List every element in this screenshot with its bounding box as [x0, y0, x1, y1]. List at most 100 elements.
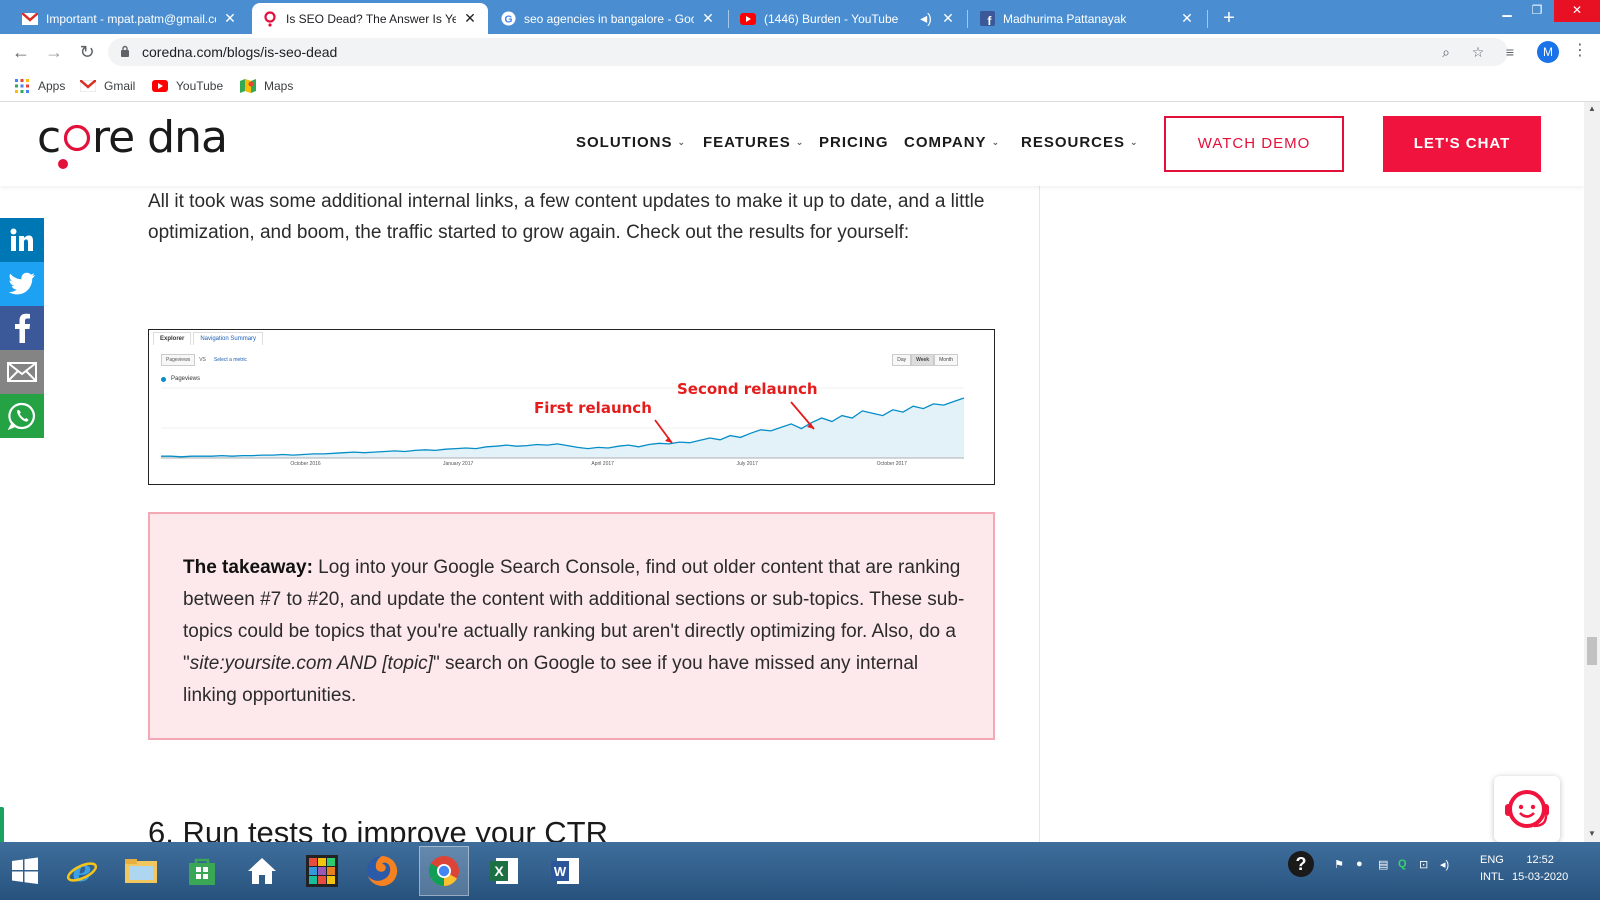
chrome-icon[interactable] — [419, 846, 469, 896]
youtube-icon — [740, 11, 756, 27]
svg-text:e: e — [72, 854, 91, 888]
network-icon[interactable]: ⊡ — [1419, 858, 1428, 871]
close-icon[interactable]: ✕ — [940, 10, 956, 27]
profile-avatar[interactable]: M — [1537, 41, 1559, 63]
quick-heal-icon[interactable]: Q — [1398, 858, 1407, 870]
linkedin-share-button[interactable] — [0, 218, 44, 262]
twitter-share-button[interactable] — [0, 262, 44, 306]
watch-demo-button[interactable]: WATCH DEMO — [1164, 116, 1344, 172]
chat-widget-button[interactable] — [1494, 776, 1560, 842]
close-icon[interactable]: ✕ — [462, 10, 478, 27]
browser-toolbar: ← → ↻ coredna.com/blogs/is-seo-dead ⌕ ☆ … — [0, 34, 1600, 70]
language-indicator[interactable]: ENG INTL — [1480, 852, 1504, 886]
flag-icon[interactable]: ⚑ — [1334, 858, 1344, 871]
tab-youtube[interactable]: (1446) Burden - YouTube ◂) ✕ — [730, 3, 966, 34]
facebook-share-button[interactable] — [0, 306, 44, 350]
clock-date: 15-03-2020 — [1512, 871, 1569, 883]
tab-separator — [728, 10, 729, 28]
chevron-down-icon: ⌄ — [991, 137, 1001, 147]
bookmark-label: Gmail — [104, 79, 136, 93]
zoom-icon[interactable]: ⌕ — [1438, 44, 1454, 60]
tab-title: seo agencies in bangalore - Goo — [524, 11, 694, 26]
tray-app-icon[interactable]: ● — [1356, 858, 1363, 870]
address-bar[interactable]: coredna.com/blogs/is-seo-dead ⌕ ☆ — [108, 38, 1508, 66]
lang-code: ENG — [1480, 854, 1504, 866]
tab-title: (1446) Burden - YouTube — [764, 11, 899, 26]
nav-label: FEATURES — [703, 134, 791, 151]
new-tab-button[interactable]: + — [1217, 6, 1241, 30]
close-icon[interactable]: ✕ — [700, 10, 716, 27]
system-clock[interactable]: 12:52 15-03-2020 — [1512, 852, 1568, 886]
network-drive-icon[interactable]: ▤ — [1378, 858, 1388, 871]
nav-company[interactable]: COMPANY ⌄ — [904, 134, 1000, 151]
page-scrollbar[interactable]: ▲ ▼ — [1584, 102, 1600, 842]
store-icon[interactable] — [177, 846, 227, 896]
back-button[interactable]: ← — [10, 41, 32, 63]
article-paragraph: All it took was some additional internal… — [148, 191, 985, 243]
chrome-menu-icon[interactable]: ⋮ — [1572, 40, 1588, 62]
x-tick-label: October 2016 — [290, 461, 321, 467]
reload-button[interactable]: ↻ — [76, 41, 98, 63]
bookmark-maps[interactable]: Maps — [240, 76, 293, 96]
facebook-icon — [15, 313, 30, 343]
media-control-icon[interactable]: ≡ — [1502, 44, 1518, 60]
app-icon[interactable] — [297, 846, 347, 896]
nav-pricing[interactable]: PRICING — [819, 134, 889, 151]
scroll-up-arrow[interactable]: ▲ — [1588, 104, 1596, 113]
tab-title: Important - mpat.patm@gmail.co — [46, 11, 216, 26]
mute-icon[interactable]: ◂) — [918, 10, 934, 27]
annotation-arrowhead — [665, 437, 672, 443]
tab-separator — [1207, 10, 1208, 28]
close-icon[interactable]: ✕ — [222, 10, 238, 27]
window-close-button[interactable]: ✕ — [1554, 0, 1600, 22]
x-tick-label: April 2017 — [591, 461, 614, 467]
email-share-button[interactable] — [0, 350, 44, 394]
green-side-tab[interactable] — [0, 807, 4, 842]
x-tick-label: October 2017 — [877, 461, 908, 467]
volume-icon[interactable]: ◂) — [1440, 858, 1449, 871]
gmail-icon — [80, 78, 96, 94]
annotation-second-relaunch: Second relaunch — [677, 380, 818, 398]
home-icon[interactable] — [237, 846, 287, 896]
tab-google[interactable]: G seo agencies in bangalore - Goo ✕ — [490, 3, 726, 34]
tab-gmail[interactable]: Important - mpat.patm@gmail.co ✕ — [12, 3, 248, 34]
help-icon[interactable]: ? — [1287, 850, 1315, 881]
tab-separator — [967, 10, 968, 28]
windows-logo-icon — [12, 857, 38, 884]
bookmark-gmail[interactable]: Gmail — [80, 76, 135, 96]
bookmark-label: YouTube — [176, 79, 224, 93]
bookmark-star-icon[interactable]: ☆ — [1470, 44, 1486, 60]
nav-solutions[interactable]: SOLUTIONS ⌄ — [576, 134, 686, 151]
chevron-down-icon: ⌄ — [677, 137, 687, 147]
chevron-down-icon: ⌄ — [795, 137, 805, 147]
bookmark-apps[interactable]: Apps — [14, 76, 65, 96]
scroll-down-arrow[interactable]: ▼ — [1588, 829, 1596, 838]
whatsapp-share-button[interactable] — [0, 394, 44, 438]
lets-chat-button[interactable]: LET'S CHAT — [1383, 116, 1541, 172]
tab-facebook[interactable]: f Madhurima Pattanayak ✕ — [969, 3, 1205, 34]
file-explorer-icon[interactable] — [116, 846, 166, 896]
start-button[interactable] — [0, 846, 50, 896]
bookmark-label: Apps — [38, 79, 66, 93]
excel-icon[interactable]: X — [479, 846, 529, 896]
tab-coredna[interactable]: Is SEO Dead? The Answer Is Yes, ✕ — [252, 3, 488, 34]
firefox-icon[interactable] — [357, 846, 407, 896]
youtube-icon — [152, 78, 168, 94]
word-icon[interactable]: W — [540, 846, 590, 896]
nav-features[interactable]: FEATURES ⌄ — [703, 134, 804, 151]
internet-explorer-icon[interactable]: e — [57, 846, 107, 896]
apps-grid-icon — [14, 78, 30, 94]
svg-text:W: W — [554, 864, 567, 879]
bookmark-youtube[interactable]: YouTube — [152, 76, 223, 96]
restore-button[interactable]: ❐ — [1522, 0, 1552, 22]
close-icon[interactable]: ✕ — [1179, 10, 1195, 27]
nav-label: COMPANY — [904, 134, 987, 151]
coredna-logo[interactable]: c re dna — [37, 102, 237, 186]
analytics-screenshot: Explorer Navigation Summary Pageviews VS… — [148, 329, 995, 485]
svg-text:re dna: re dna — [92, 112, 227, 163]
nav-resources[interactable]: RESOURCES ⌄ — [1021, 134, 1139, 151]
forward-button[interactable]: → — [43, 41, 65, 63]
facebook-icon: f — [979, 11, 995, 27]
scroll-thumb[interactable] — [1587, 637, 1597, 665]
minimize-button[interactable]: ▁ — [1492, 0, 1522, 22]
